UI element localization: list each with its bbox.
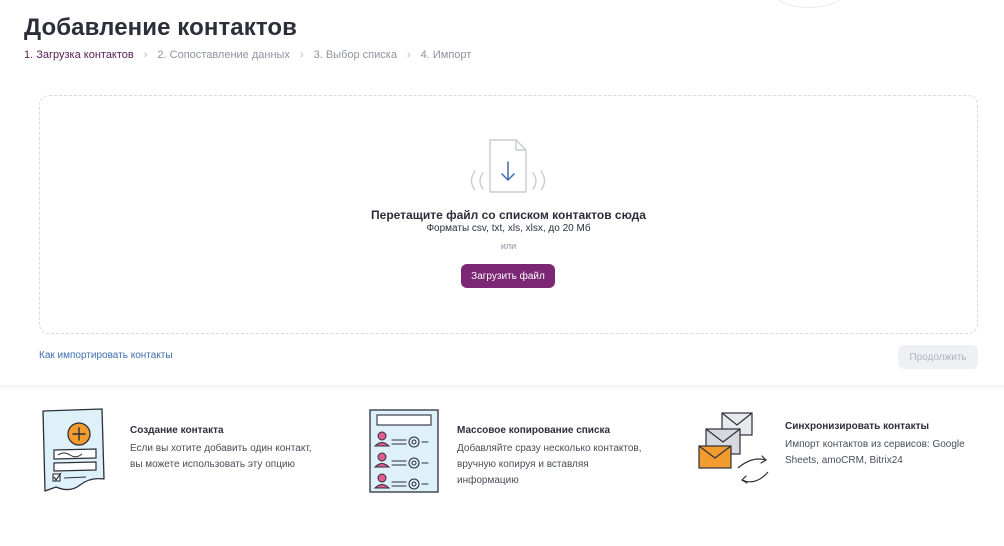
card-description: Если вы хотите добавить один контакт, вы… (130, 441, 312, 473)
dropzone-or: или (500, 241, 517, 251)
card-description-line: Добавляйте сразу несколько контактов, (457, 443, 642, 454)
page-title: Добавление контактов (24, 14, 298, 41)
step-import: 4. Импорт (420, 49, 472, 61)
card-description-line: Sheets, amoCRM, Bitrix24 (785, 455, 903, 466)
upload-file-button[interactable]: Загрузить файл (461, 264, 555, 288)
card-description-line: Если вы хотите добавить один контакт, (130, 443, 312, 454)
step-upload: 1. Загрузка контактов (24, 49, 134, 61)
sync-contacts-card[interactable]: Синхронизировать контакты Импорт контакт… (696, 410, 996, 495)
step-separator-icon: › (406, 49, 411, 61)
dropzone-formats: Форматы csv, txt, xls, xlsx, до 20 Мб (426, 223, 591, 234)
card-title: Создание контакта (130, 425, 224, 436)
step-mapping: 2. Сопоставление данных (157, 49, 290, 61)
card-title: Синхронизировать контакты (785, 421, 930, 432)
bulk-copy-card[interactable]: Массовое копирование списка Добавляйте с… (368, 405, 678, 495)
card-description-line: Импорт контактов из сервисов: Google (785, 439, 965, 450)
howto-import-link[interactable]: Как импортировать контакты (39, 350, 173, 361)
step-separator-icon: › (299, 49, 304, 61)
create-contact-card[interactable]: Создание контакта Если вы хотите добавит… (40, 405, 340, 495)
card-title: Массовое копирование списка (457, 425, 611, 436)
section-divider (0, 385, 1004, 391)
card-description: Импорт контактов из сервисов: Google She… (785, 437, 965, 469)
card-description: Добавляйте сразу несколько контактов, вр… (457, 441, 642, 489)
dropzone-title: Перетащите файл со списком контактов сюд… (371, 208, 646, 222)
card-description-line: информацию (457, 475, 519, 486)
card-description-line: вы можете использовать эту опцию (130, 459, 296, 470)
card-description-line: вручную копируя и вставляя (457, 459, 589, 470)
decorative-arc (774, 0, 844, 8)
step-separator-icon: › (143, 49, 148, 61)
continue-button[interactable]: Продолжить (898, 345, 978, 369)
contact-form-icon (42, 408, 105, 492)
sync-envelopes-icon (698, 412, 769, 484)
contact-list-icon (369, 409, 439, 493)
step-breadcrumb: 1. Загрузка контактов › 2. Сопоставление… (24, 49, 471, 61)
step-list-choice: 3. Выбор списка (313, 49, 397, 61)
add-contacts-page: Добавление контактов 1. Загрузка контакт… (0, 0, 1004, 546)
file-upload-icon (470, 139, 546, 193)
